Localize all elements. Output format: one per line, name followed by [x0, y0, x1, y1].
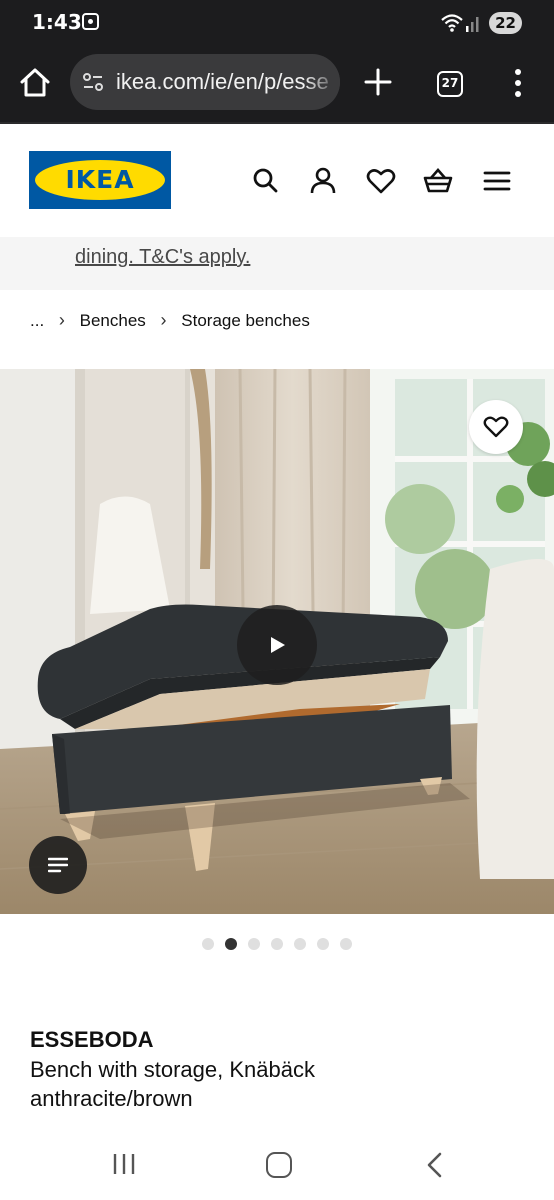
site-header: IKEA — [0, 124, 554, 237]
more-menu-icon[interactable] — [506, 66, 530, 100]
save-to-favourites-button[interactable] — [469, 400, 523, 454]
tab-switcher-icon[interactable]: 27 — [437, 71, 463, 97]
browser-toolbar: ikea.com/ie/en/p/esse 27 — [0, 44, 554, 124]
screen-record-icon — [82, 13, 99, 30]
recent-apps-icon[interactable] — [108, 1152, 140, 1176]
site-settings-icon[interactable] — [82, 71, 104, 93]
promo-link[interactable]: dining. T&C's apply. — [75, 246, 250, 269]
home-button-icon[interactable] — [266, 1152, 292, 1178]
battery-indicator: 22 — [489, 12, 522, 34]
gallery-dot[interactable] — [202, 938, 214, 950]
gallery-dot-active[interactable] — [225, 938, 237, 950]
breadcrumb-benches[interactable]: Benches — [80, 311, 146, 331]
account-icon[interactable] — [308, 166, 338, 196]
breadcrumb: ... › Benches › Storage benches — [30, 310, 310, 334]
system-navigation-bar — [0, 1130, 554, 1200]
back-icon[interactable] — [424, 1152, 444, 1178]
promo-banner: dining. T&C's apply. — [0, 237, 554, 290]
logo-text: IKEA — [65, 165, 135, 194]
basket-icon[interactable] — [423, 166, 453, 196]
gallery-dot[interactable] — [317, 938, 329, 950]
status-time: 1:43 — [32, 10, 82, 34]
status-bar: 1:43 22 — [0, 0, 554, 44]
chevron-right-icon: › — [160, 310, 167, 331]
gallery-dot[interactable] — [248, 938, 260, 950]
heart-icon — [483, 416, 509, 438]
gallery-dot[interactable] — [294, 938, 306, 950]
menu-icon[interactable] — [482, 166, 512, 196]
list-icon — [48, 857, 68, 873]
ikea-logo[interactable]: IKEA — [29, 151, 171, 209]
address-bar[interactable]: ikea.com/ie/en/p/esse — [70, 54, 340, 110]
breadcrumb-ellipsis[interactable]: ... — [30, 311, 44, 331]
product-description: Bench with storage, Knäbäck anthracite/b… — [30, 1057, 315, 1111]
gallery-dot[interactable] — [340, 938, 352, 950]
wifi-icon — [441, 14, 479, 32]
home-icon[interactable] — [18, 66, 52, 100]
product-media-menu-button[interactable] — [29, 836, 87, 894]
chevron-right-icon: › — [58, 310, 65, 331]
play-icon — [271, 637, 285, 653]
url-fade — [304, 54, 340, 110]
search-icon[interactable] — [251, 166, 281, 196]
favourites-icon[interactable] — [366, 166, 396, 196]
url-text[interactable]: ikea.com/ie/en/p/esse — [116, 69, 329, 95]
product-name: ESSEBODA — [30, 1027, 154, 1052]
gallery-dot[interactable] — [271, 938, 283, 950]
new-tab-icon[interactable] — [362, 66, 394, 98]
play-video-button[interactable] — [237, 605, 317, 685]
breadcrumb-storage-benches[interactable]: Storage benches — [181, 311, 310, 331]
